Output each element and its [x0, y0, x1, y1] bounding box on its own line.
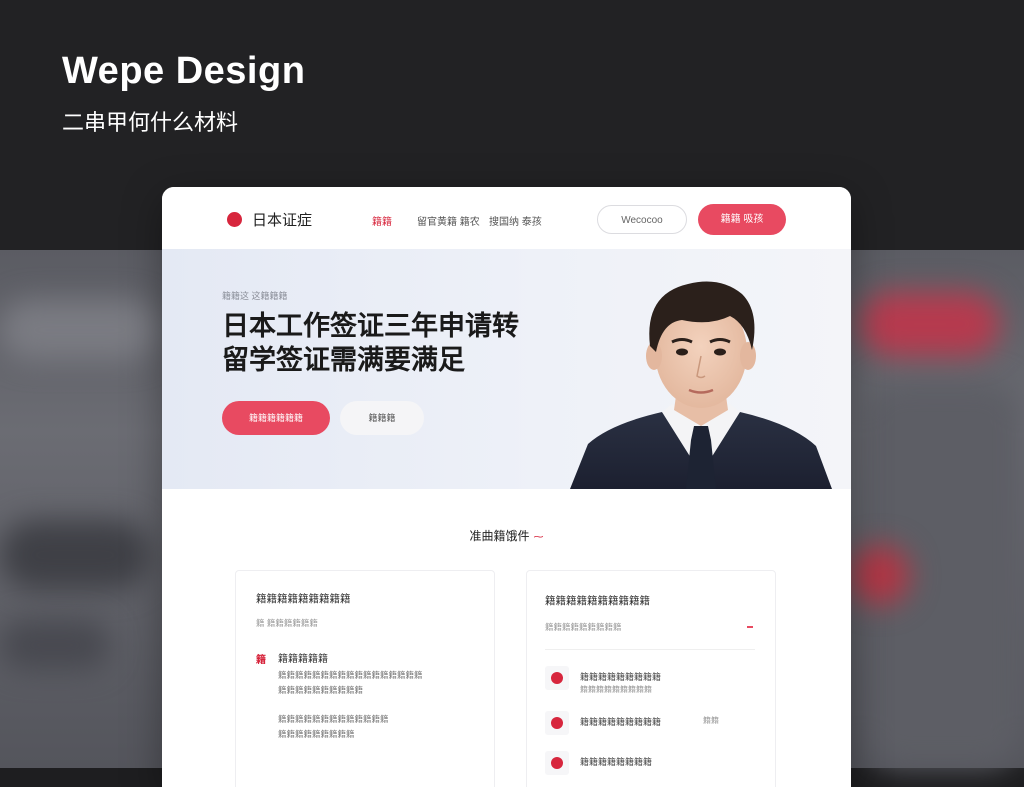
left-panel-line: 籍籍籍籍籍籍籍籍籍籍	[278, 685, 364, 695]
left-panel-line: 籍籍籍籍籍籍籍籍籍籍籍籍籍	[278, 714, 389, 724]
left-panel-subtitle: 籍 籍籍籍籍籍籍	[256, 618, 318, 628]
list-item-sub: 籍籍籍籍籍籍籍籍籍	[580, 685, 652, 694]
hero-title-line-1: 日本工作签证三年申请转	[222, 311, 519, 341]
list-item[interactable]: 籍籍籍籍籍籍籍籍籍 籍籍	[545, 711, 760, 735]
hero-tag: 籍籍这 这籍籍籍	[222, 291, 288, 301]
top-nav: 日本证症 籍籍 留官黄籍 籍农 搜国纳 泰孩 Wecocoo 籍籍 吸孩	[162, 187, 851, 249]
list-item[interactable]: 籍籍籍籍籍籍籍籍籍 籍籍籍籍籍籍籍籍籍	[545, 666, 760, 694]
backdrop-shape	[860, 292, 1000, 356]
backdrop-shape	[0, 620, 110, 670]
businessman-portrait	[570, 281, 832, 489]
nav-link-2[interactable]: 留官黄籍 籍农	[417, 213, 480, 228]
overlay-title: Wepe Design	[62, 50, 306, 92]
list-item-label: 籍籍籍籍籍籍籍籍籍	[580, 717, 662, 727]
left-panel-item-title[interactable]: 籍籍籍籍籍	[278, 650, 328, 665]
nav-link-1[interactable]: 籍籍	[372, 213, 392, 228]
right-info-panel: 籍籍籍籍籍籍籍籍籍籍 籍籍籍籍籍籍籍籍籍 籍籍籍籍籍籍籍籍籍 籍籍籍籍籍籍籍籍籍…	[526, 570, 776, 787]
section-deco-icon: ⁓	[533, 532, 544, 543]
divider	[545, 649, 755, 650]
backdrop-shape	[0, 520, 150, 590]
list-item-label: 籍籍籍籍籍籍籍籍	[580, 757, 653, 767]
hero-secondary-button[interactable]: 籍籍籍	[340, 401, 424, 435]
right-panel-subtitle: 籍籍籍籍籍籍籍籍籍	[545, 622, 622, 632]
left-panel-title: 籍籍籍籍籍籍籍籍籍	[256, 593, 351, 605]
nav-cta-button[interactable]: 籍籍 吸孩	[698, 204, 786, 235]
red-dot-icon	[545, 666, 569, 690]
nav-outline-button[interactable]: Wecocoo	[597, 205, 687, 234]
document-icon: 籍	[256, 655, 266, 666]
hero-title: 日本工作签证三年申请转 留学签证需满要满足	[222, 309, 582, 377]
website-mockup-card: 日本证症 籍籍 留官黄籍 籍农 搜国纳 泰孩 Wecocoo 籍籍 吸孩 籍籍这…	[162, 187, 851, 787]
logo-circle-icon	[227, 212, 242, 227]
hero-section: 籍籍这 这籍籍籍 日本工作签证三年申请转 留学签证需满要满足 籍籍籍籍籍籍 籍籍…	[162, 249, 851, 489]
hero-title-line-2: 留学签证需满要满足	[222, 345, 465, 375]
red-dot-icon	[545, 711, 569, 735]
hero-primary-button[interactable]: 籍籍籍籍籍籍	[222, 401, 330, 435]
left-panel-line: 籍籍籍籍籍籍籍籍籍籍籍籍籍籍籍籍籍	[278, 670, 423, 680]
dash-icon	[747, 626, 753, 628]
list-item[interactable]: 籍籍籍籍籍籍籍籍	[545, 751, 760, 775]
left-panel-line: 籍籍籍籍籍籍籍籍籍	[278, 729, 355, 739]
backdrop-shape	[850, 545, 910, 605]
logo-text[interactable]: 日本证症	[252, 209, 312, 230]
list-item-label: 籍籍籍籍籍籍籍籍籍	[580, 672, 662, 682]
red-dot-icon	[545, 751, 569, 775]
overlay-subtitle: 二串甲何什么材料	[62, 110, 239, 135]
left-info-panel: 籍籍籍籍籍籍籍籍籍 籍 籍籍籍籍籍籍 籍 籍籍籍籍籍 籍籍籍籍籍籍籍籍籍籍籍籍籍…	[235, 570, 495, 787]
section-title: 准曲籍饿件 ⁓	[162, 527, 851, 544]
right-panel-title: 籍籍籍籍籍籍籍籍籍籍	[545, 595, 650, 607]
backdrop-shape	[0, 300, 160, 360]
section-title-text: 准曲籍饿件	[469, 529, 530, 543]
nav-link-3[interactable]: 搜国纳 泰孩	[489, 213, 542, 228]
list-item-aside: 籍籍	[703, 716, 719, 725]
